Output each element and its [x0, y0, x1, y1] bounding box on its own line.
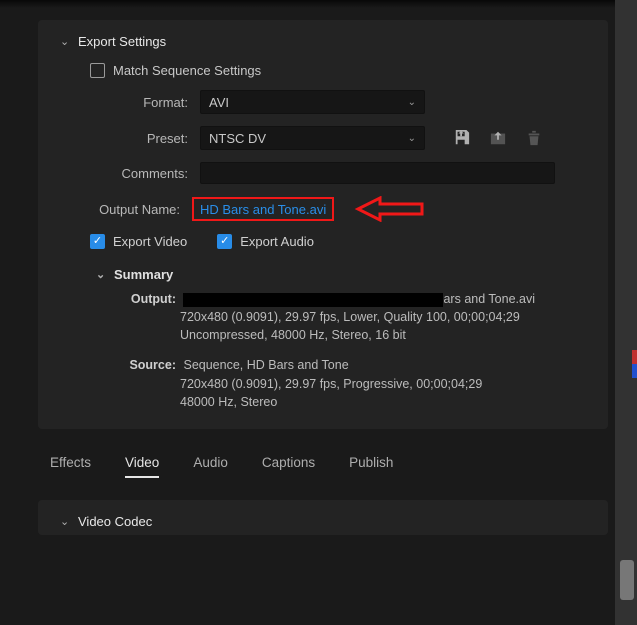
chevron-down-icon: ⌄ — [408, 133, 416, 144]
summary-output-suffix: ars and Tone.avi — [443, 292, 535, 306]
summary-output-line1: Output: ars and Tone.avi — [120, 290, 586, 308]
annotation-highlight-box: HD Bars and Tone.avi — [192, 197, 334, 221]
export-settings-header[interactable]: ⌄ Export Settings — [60, 34, 586, 49]
video-codec-header[interactable]: ⌄ Video Codec — [60, 514, 586, 529]
output-name-row: Output Name: HD Bars and Tone.avi — [60, 196, 586, 222]
export-checks-row: Export Video Export Audio — [90, 234, 586, 249]
summary-output-label: Output: — [120, 290, 176, 308]
export-audio-checkbox[interactable] — [217, 234, 232, 249]
main-content: ⌄ Export Settings Match Sequence Setting… — [38, 0, 608, 535]
scrollbar-thumb[interactable] — [620, 560, 634, 600]
summary-source-label: Source: — [120, 356, 176, 374]
preset-row: Preset: NTSC DV ⌄ — [60, 126, 586, 150]
summary-body: Output: ars and Tone.avi 720x480 (0.9091… — [120, 290, 586, 411]
export-settings-title: Export Settings — [78, 34, 166, 49]
preset-icons — [453, 130, 543, 146]
export-settings-panel: ⌄ Export Settings Match Sequence Setting… — [38, 20, 608, 429]
video-codec-title: Video Codec — [78, 514, 152, 529]
tab-video[interactable]: Video — [125, 455, 159, 478]
comments-row: Comments: — [60, 162, 586, 184]
summary-source-line2: 720x480 (0.9091), 29.97 fps, Progressive… — [120, 375, 586, 393]
match-sequence-label: Match Sequence Settings — [113, 63, 261, 78]
redacted-path — [183, 293, 443, 307]
preset-label: Preset: — [60, 131, 200, 146]
export-audio-label: Export Audio — [240, 234, 314, 249]
tab-captions[interactable]: Captions — [262, 455, 315, 478]
color-strip — [632, 350, 637, 378]
format-label: Format: — [60, 95, 200, 110]
tab-publish[interactable]: Publish — [349, 455, 393, 478]
summary-output-line3: Uncompressed, 48000 Hz, Stereo, 16 bit — [120, 326, 586, 344]
export-video-checkbox[interactable] — [90, 234, 105, 249]
annotation-arrow-icon — [352, 196, 424, 222]
import-preset-icon[interactable] — [489, 130, 507, 146]
right-gutter — [615, 0, 637, 625]
video-codec-panel: ⌄ Video Codec — [38, 500, 608, 535]
chevron-down-icon: ⌄ — [408, 97, 416, 108]
preset-dropdown[interactable]: NTSC DV ⌄ — [200, 126, 425, 150]
chevron-down-icon: ⌄ — [96, 268, 106, 281]
comments-input[interactable] — [200, 162, 555, 184]
summary-source-line3: 48000 Hz, Stereo — [120, 393, 586, 411]
match-sequence-checkbox[interactable] — [90, 63, 105, 78]
comments-label: Comments: — [60, 166, 200, 181]
chevron-down-icon: ⌄ — [60, 35, 70, 48]
summary-header[interactable]: ⌄ Summary — [96, 267, 586, 282]
trash-icon — [525, 130, 543, 146]
output-name-link[interactable]: HD Bars and Tone.avi — [194, 199, 332, 220]
summary-title: Summary — [114, 267, 173, 282]
chevron-down-icon: ⌄ — [60, 515, 70, 528]
summary-source-line1: Source: Sequence, HD Bars and Tone — [120, 356, 586, 374]
tab-effects[interactable]: Effects — [50, 455, 91, 478]
format-row: Format: AVI ⌄ — [60, 90, 586, 114]
export-video-check[interactable]: Export Video — [90, 234, 187, 249]
export-audio-check[interactable]: Export Audio — [217, 234, 314, 249]
summary-output-line2: 720x480 (0.9091), 29.97 fps, Lower, Qual… — [120, 308, 586, 326]
tab-bar: Effects Video Audio Captions Publish — [50, 455, 608, 478]
format-value: AVI — [209, 95, 229, 110]
output-name-label: Output Name: — [60, 202, 192, 217]
preset-value: NTSC DV — [209, 131, 266, 146]
export-video-label: Export Video — [113, 234, 187, 249]
match-sequence-row: Match Sequence Settings — [90, 63, 586, 78]
tab-audio[interactable]: Audio — [193, 455, 228, 478]
format-dropdown[interactable]: AVI ⌄ — [200, 90, 425, 114]
save-preset-icon[interactable] — [453, 130, 471, 146]
